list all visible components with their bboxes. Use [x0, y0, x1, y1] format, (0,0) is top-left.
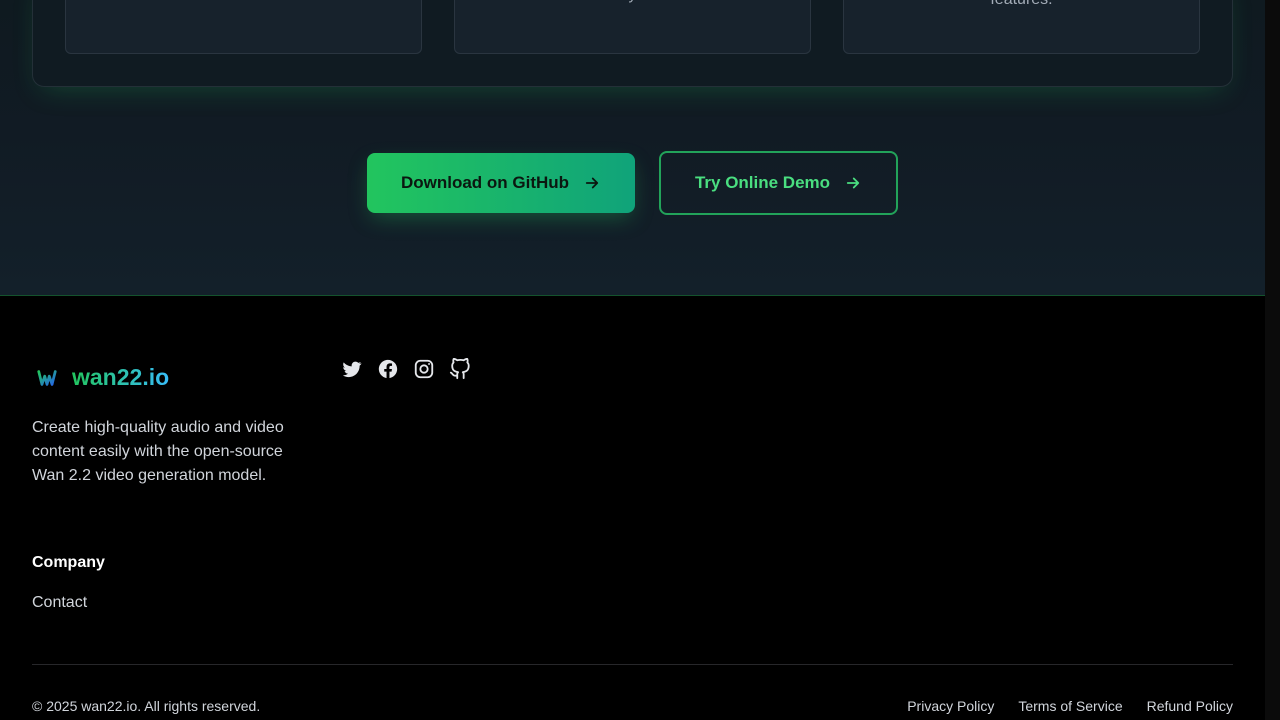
- download-github-label: Download on GitHub: [400, 173, 570, 192]
- github-icon[interactable]: [449, 358, 471, 380]
- feature-card-text: y: [455, 0, 810, 7]
- terms-of-service-link[interactable]: Terms of Service: [1018, 698, 1122, 714]
- company-heading: Company: [32, 554, 105, 571]
- try-online-demo-label: Try Online Demo: [694, 173, 831, 192]
- feature-card-2: y: [454, 0, 811, 54]
- feature-card-1: [65, 0, 422, 54]
- twitter-icon[interactable]: [341, 358, 363, 380]
- instagram-icon[interactable]: [413, 358, 435, 380]
- arrow-right-icon: [846, 177, 860, 189]
- feature-card-3: g features.: [843, 0, 1200, 54]
- page: y g features. Download on GitHub Try Onl…: [0, 0, 1280, 720]
- footer-tagline: Create high-quality audio and video cont…: [32, 419, 284, 484]
- brand-logo-icon: [37, 369, 57, 386]
- download-github-button[interactable]: Download on GitHub: [367, 153, 635, 213]
- contact-link[interactable]: Contact: [32, 594, 87, 612]
- site-footer: [0, 296, 1280, 720]
- facebook-icon[interactable]: [377, 358, 399, 380]
- scrollbar-track[interactable]: [1265, 0, 1280, 720]
- footer-brand[interactable]: wan22.io: [36, 364, 169, 391]
- legal-links: Privacy Policy Terms of Service Refund P…: [907, 698, 1233, 714]
- privacy-policy-link[interactable]: Privacy Policy: [907, 698, 994, 714]
- arrow-right-icon: [585, 177, 599, 189]
- brand-name: wan22.io: [72, 364, 170, 390]
- feature-card-text: features.: [844, 0, 1199, 12]
- features-cta-section: y g features. Download on GitHub Try Onl…: [0, 0, 1265, 296]
- try-online-demo-button[interactable]: Try Online Demo: [659, 151, 898, 215]
- social-links: [341, 358, 471, 380]
- refund-policy-link[interactable]: Refund Policy: [1147, 698, 1233, 714]
- footer-divider: [32, 664, 1233, 665]
- copyright-text: © 2025 wan22.io. All rights reserved.: [32, 698, 261, 714]
